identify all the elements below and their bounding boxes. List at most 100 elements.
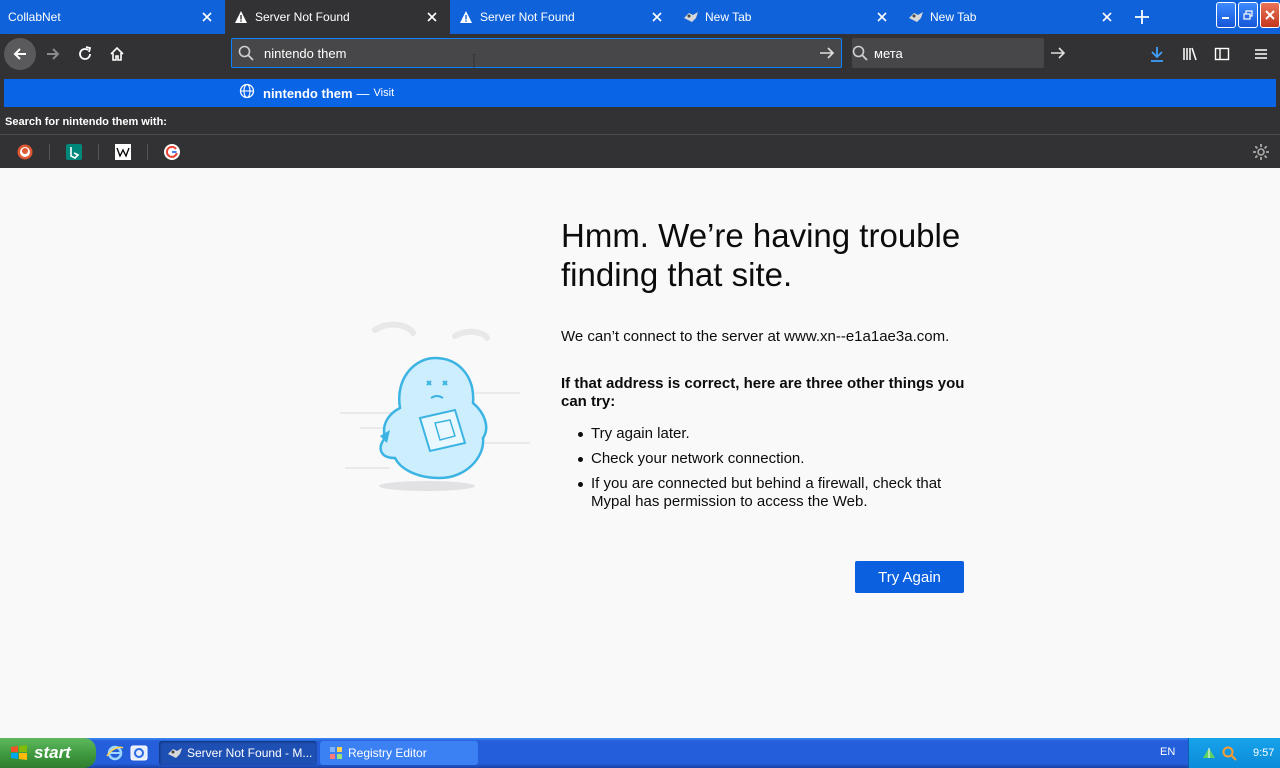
reload-button[interactable] (69, 38, 101, 70)
autocomplete-row[interactable]: nintendo them — Visit (4, 79, 1276, 107)
downloads-button[interactable] (1141, 38, 1173, 70)
security-icon[interactable] (1221, 745, 1237, 761)
mypal-icon (168, 748, 182, 758)
window-controls (1216, 2, 1280, 28)
download-icon (1151, 47, 1163, 62)
go-arrow-icon[interactable] (1050, 39, 1066, 67)
warning-icon (233, 9, 249, 25)
sad-dino-illustration (340, 321, 530, 491)
error-panel: Hmm. We’re having trouble finding that s… (561, 216, 971, 593)
autocomplete-text: nintendo them (263, 85, 353, 101)
mypal-icon (908, 9, 924, 25)
engine-bing[interactable] (49, 136, 98, 168)
tab-label: Server Not Found (255, 10, 350, 24)
tab-new-tab[interactable]: New Tab (675, 0, 900, 34)
close-window-button[interactable] (1260, 2, 1280, 28)
one-off-search-engines (0, 134, 1280, 168)
home-icon (110, 46, 124, 61)
plus-icon (1135, 10, 1149, 24)
taskbar-item-registry-editor[interactable]: Registry Editor (320, 741, 478, 765)
new-tab-button[interactable] (1127, 0, 1157, 34)
tab-label: New Tab (705, 10, 752, 24)
hamburger-icon (1255, 49, 1267, 59)
search-with-label: Search for nintendo them with: (5, 116, 167, 128)
reload-icon (79, 46, 92, 60)
page-title: Hmm. We’re having trouble finding that s… (561, 217, 961, 293)
tab-new-tab[interactable]: New Tab (900, 0, 1125, 34)
start-label: start (34, 743, 71, 762)
wikipedia-icon (114, 143, 131, 160)
tab-server-not-found[interactable]: Server Not Found (450, 0, 675, 34)
minimize-button[interactable] (1216, 2, 1236, 28)
duckduckgo-icon (17, 144, 32, 159)
search-icon (852, 39, 868, 67)
gear-icon (1253, 144, 1269, 160)
tab-label: New Tab (930, 10, 977, 24)
error-subtitle: If that address is correct, here are thr… (561, 375, 965, 410)
navigation-toolbar (0, 34, 1280, 74)
taskbar-item-label: Server Not Found - M... (187, 746, 313, 760)
go-arrow-icon[interactable] (813, 39, 841, 67)
tab-collabnet[interactable]: CollabNet (0, 0, 225, 34)
close-icon[interactable] (1097, 7, 1117, 27)
sidebar-button[interactable] (1206, 38, 1238, 70)
arrow-right-icon (47, 48, 60, 60)
restore-icon (1243, 10, 1253, 20)
engine-wikipedia[interactable] (98, 136, 147, 168)
taskbar: start Server Not Found - M... Registry E… (0, 738, 1280, 768)
engine-duckduckgo[interactable] (0, 136, 49, 168)
list-item: If you are connected but behind a firewa… (561, 475, 971, 511)
restore-button[interactable] (1238, 2, 1258, 28)
tab-label: CollabNet (8, 10, 61, 24)
taskbar-item-browser[interactable]: Server Not Found - M... (159, 741, 317, 765)
close-icon[interactable] (422, 7, 442, 27)
url-input[interactable] (260, 39, 813, 67)
close-icon (1265, 10, 1275, 20)
globe-icon (239, 83, 255, 104)
menu-button[interactable] (1245, 38, 1277, 70)
search-bar[interactable] (852, 38, 1066, 68)
text-cursor-icon (472, 54, 476, 70)
sidebar-icon (1214, 47, 1230, 61)
tab-server-not-found-active[interactable]: Server Not Found (225, 0, 450, 34)
search-icon (232, 39, 260, 67)
quick-launch (106, 744, 148, 762)
network-icon[interactable] (1201, 745, 1217, 761)
engine-google[interactable] (147, 136, 196, 168)
autocomplete-separator: — (356, 85, 370, 101)
windows-logo-icon (11, 745, 27, 760)
autocomplete-action: Visit (373, 87, 395, 99)
bing-icon (65, 143, 82, 160)
tab-label: Server Not Found (480, 10, 575, 24)
search-settings-button[interactable] (1250, 141, 1272, 163)
clock: 9:57 (1253, 747, 1275, 759)
close-icon[interactable] (647, 7, 667, 27)
library-icon (1183, 47, 1197, 61)
minimize-icon (1222, 17, 1229, 19)
google-icon (163, 143, 180, 160)
try-again-button[interactable]: Try Again (855, 561, 964, 593)
internet-explorer-icon[interactable] (106, 744, 124, 762)
list-item: Try again later. (561, 425, 971, 443)
close-icon[interactable] (197, 7, 217, 27)
library-button[interactable] (1174, 38, 1206, 70)
forward-button[interactable] (37, 38, 69, 70)
url-bar[interactable] (231, 38, 842, 68)
mypal-icon (683, 9, 699, 25)
close-icon[interactable] (872, 7, 892, 27)
tips-list: Try again later. Check your network conn… (561, 425, 971, 511)
system-tray: 9:57 (1188, 738, 1280, 768)
search-input[interactable] (868, 39, 1050, 67)
language-indicator[interactable]: EN (1160, 746, 1175, 758)
page-content: Hmm. We’re having trouble finding that s… (0, 168, 1280, 738)
error-description: We can’t connect to the server at www.xn… (561, 328, 950, 345)
taskbar-item-label: Registry Editor (348, 746, 427, 760)
registry-editor-icon (330, 747, 342, 759)
warning-icon (458, 9, 474, 25)
home-button[interactable] (101, 38, 133, 70)
start-button[interactable]: start (0, 738, 96, 768)
autocomplete-popup: nintendo them — Visit Search for nintend… (0, 74, 1280, 168)
back-button[interactable] (4, 38, 36, 70)
tab-strip: CollabNet Server Not Found Server Not Fo… (0, 0, 1280, 34)
browser-icon[interactable] (130, 744, 148, 762)
